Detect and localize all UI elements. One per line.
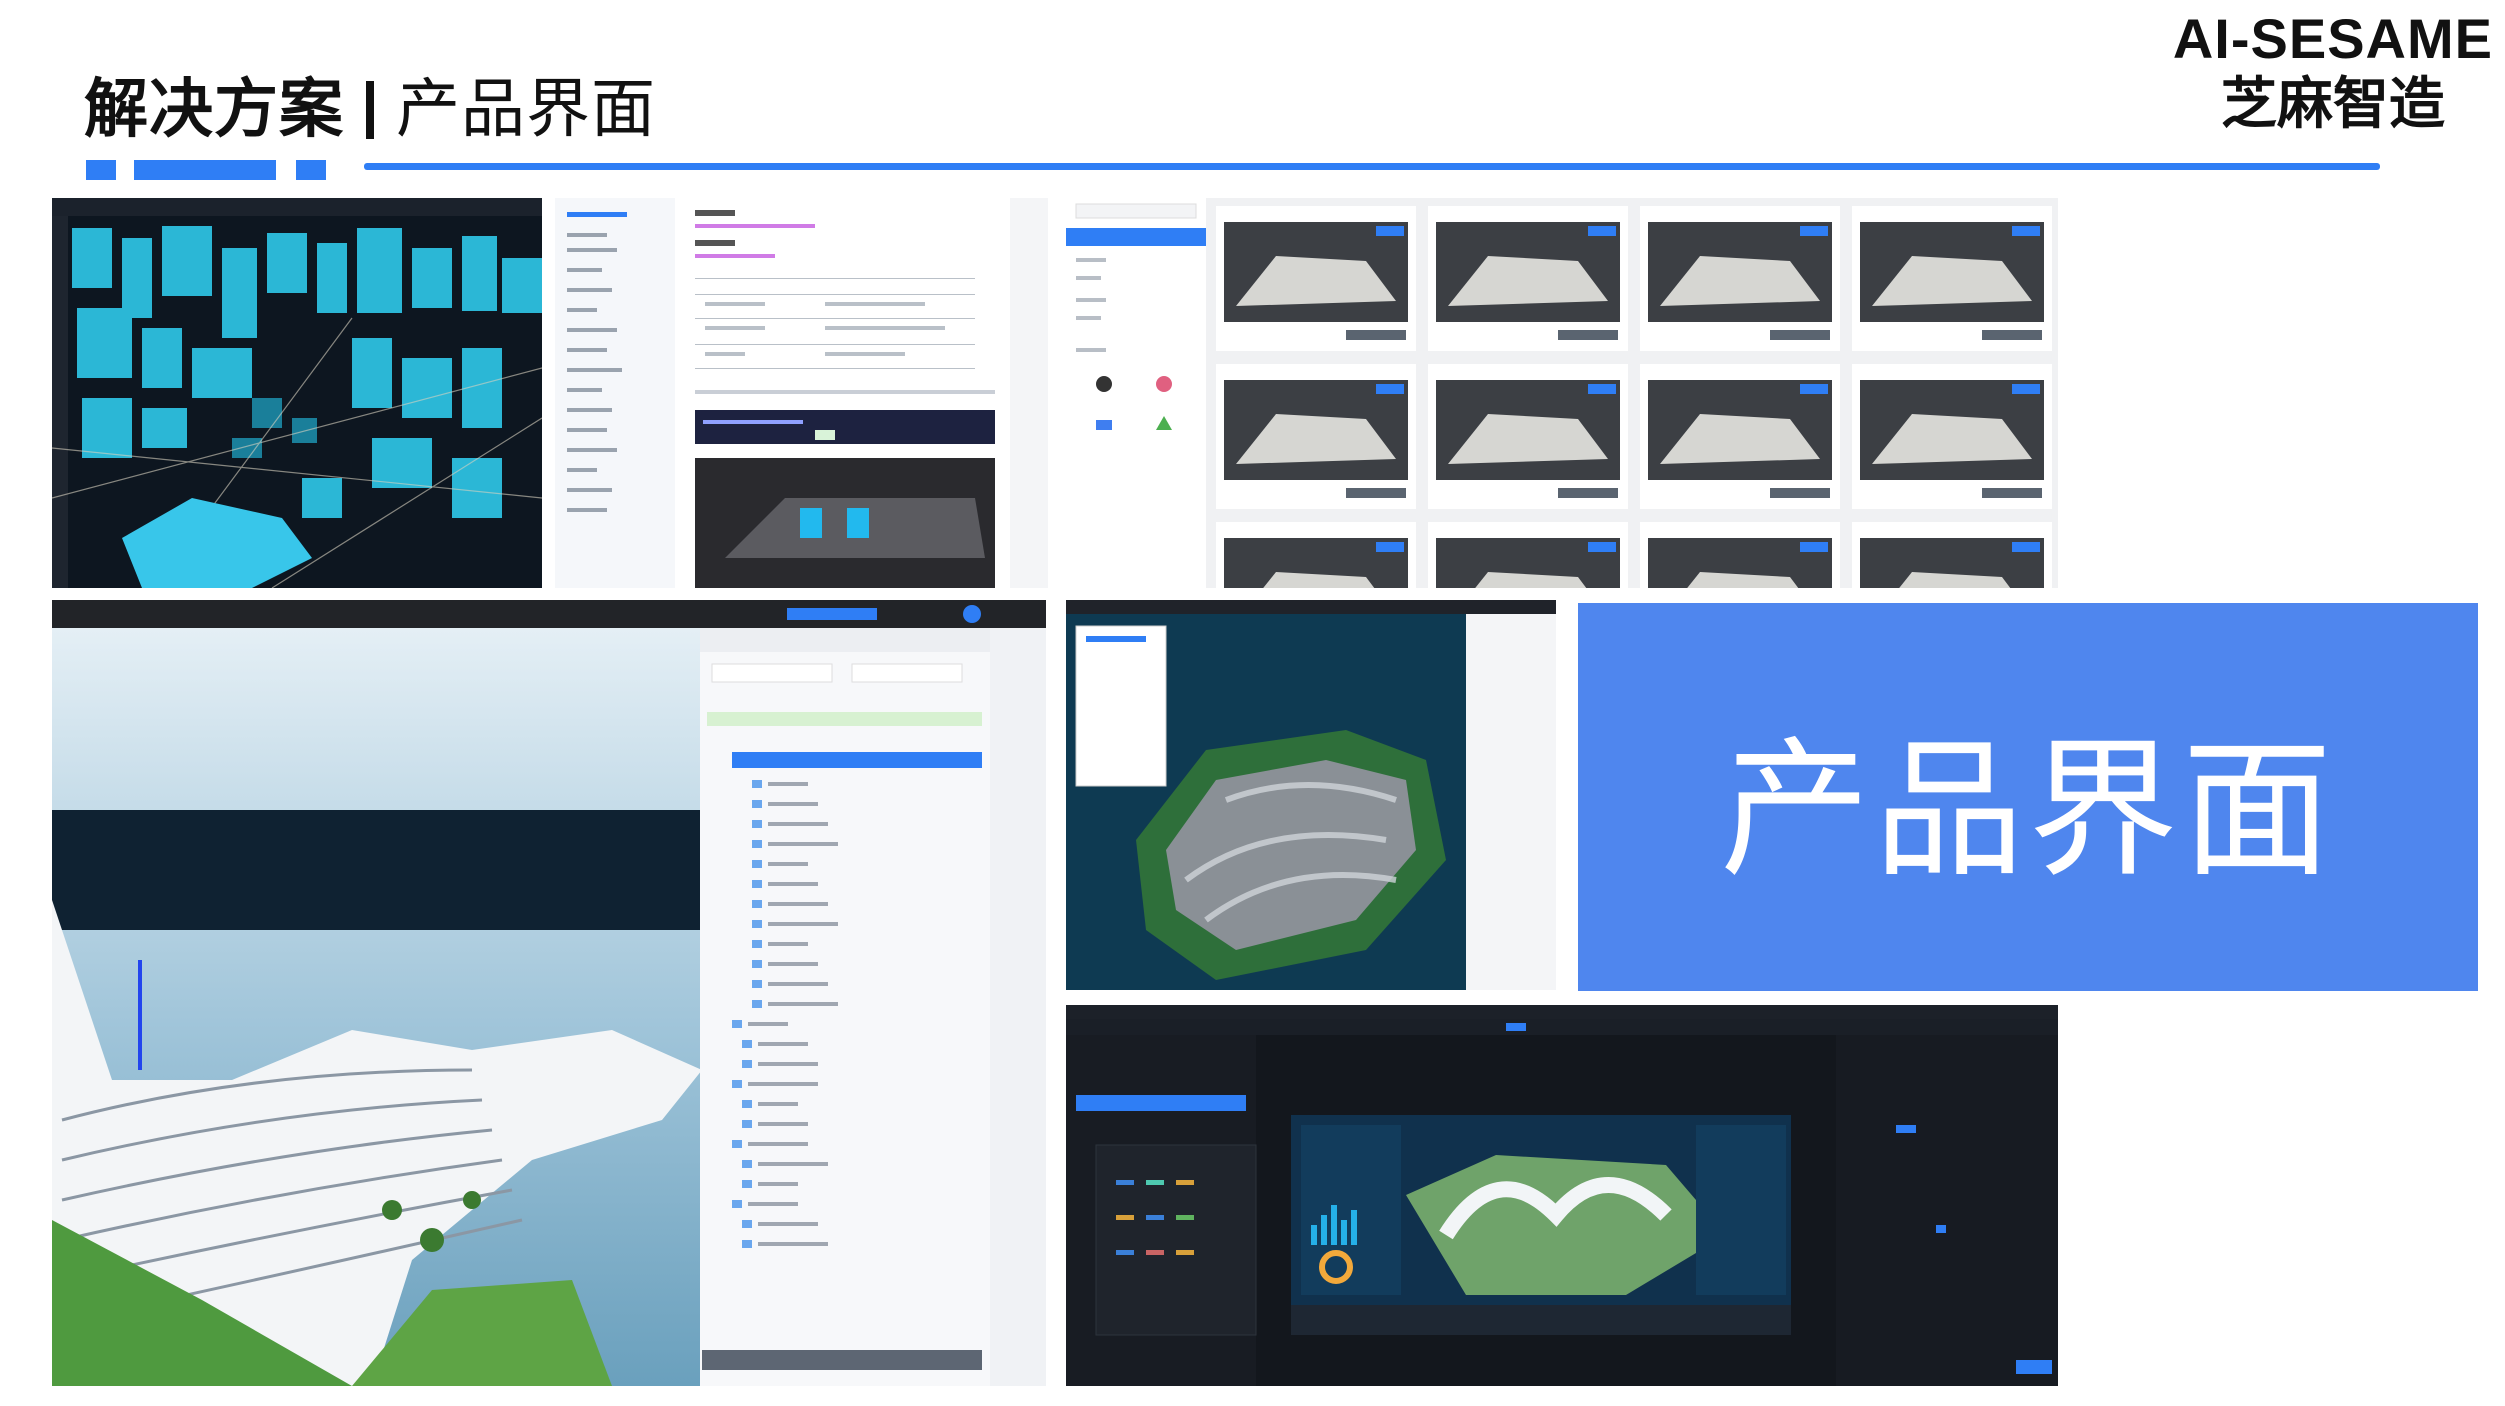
screenshot-model-gallery: [1066, 198, 2058, 588]
screenshot-terrain-editor: [1066, 600, 1556, 990]
brand-cn: 芝麻智造: [2220, 72, 2445, 137]
deco-block-3: [296, 160, 326, 180]
screenshot-dashboard: [1066, 1005, 2058, 1386]
scene-tree-item[interactable]: [768, 902, 828, 906]
scene-tree-item[interactable]: [768, 802, 818, 806]
screenshot-city-3d: [52, 198, 542, 588]
scene-tree-item[interactable]: [758, 1222, 818, 1226]
page-title: 解决方案 产品界面: [84, 58, 656, 150]
scene-tree-item[interactable]: [758, 1182, 798, 1186]
title-bold: 解决方案: [84, 73, 344, 147]
scene-tree-item[interactable]: [768, 862, 808, 866]
title-light: 产品界面: [396, 73, 656, 147]
header-divider: [364, 163, 2380, 170]
feature-label: 产品界面: [1719, 723, 2336, 898]
brand-en: AI-SESAME: [2172, 7, 2493, 70]
scene-tree-item[interactable]: [768, 842, 838, 846]
scene-tree-item[interactable]: [768, 942, 808, 946]
scene-tree-item[interactable]: [768, 922, 838, 926]
scene-tree-item[interactable]: [748, 1202, 798, 1206]
scene-tree-item[interactable]: [758, 1242, 828, 1246]
scene-tree-item[interactable]: [768, 962, 818, 966]
scene-tree-item[interactable]: [748, 1022, 788, 1026]
deco-block-2: [134, 160, 276, 180]
scene-tree-item[interactable]: [768, 882, 818, 886]
scene-tree-item[interactable]: [768, 982, 828, 986]
scene-tree-item[interactable]: [758, 1062, 818, 1066]
scene-tree-item[interactable]: [768, 822, 828, 826]
feature-tile: 产品界面: [1578, 603, 2478, 991]
scene-tree-item[interactable]: [758, 1162, 828, 1166]
screenshot-building-editor: [52, 600, 1046, 1386]
scene-tree-item[interactable]: [758, 1042, 808, 1046]
title-separator: [366, 81, 374, 139]
screenshot-api-docs: [555, 198, 1048, 588]
scene-tree-item[interactable]: [768, 1002, 838, 1006]
scene-tree-item[interactable]: [758, 1102, 798, 1106]
scene-tree-item[interactable]: [748, 1142, 808, 1146]
deco-block-1: [86, 160, 116, 180]
scene-tree-item[interactable]: [758, 1122, 808, 1126]
scene-tree-item[interactable]: [768, 782, 808, 786]
brand-logo: AI-SESAME 芝麻智造: [2173, 6, 2493, 138]
scene-tree-item[interactable]: [748, 1082, 818, 1086]
